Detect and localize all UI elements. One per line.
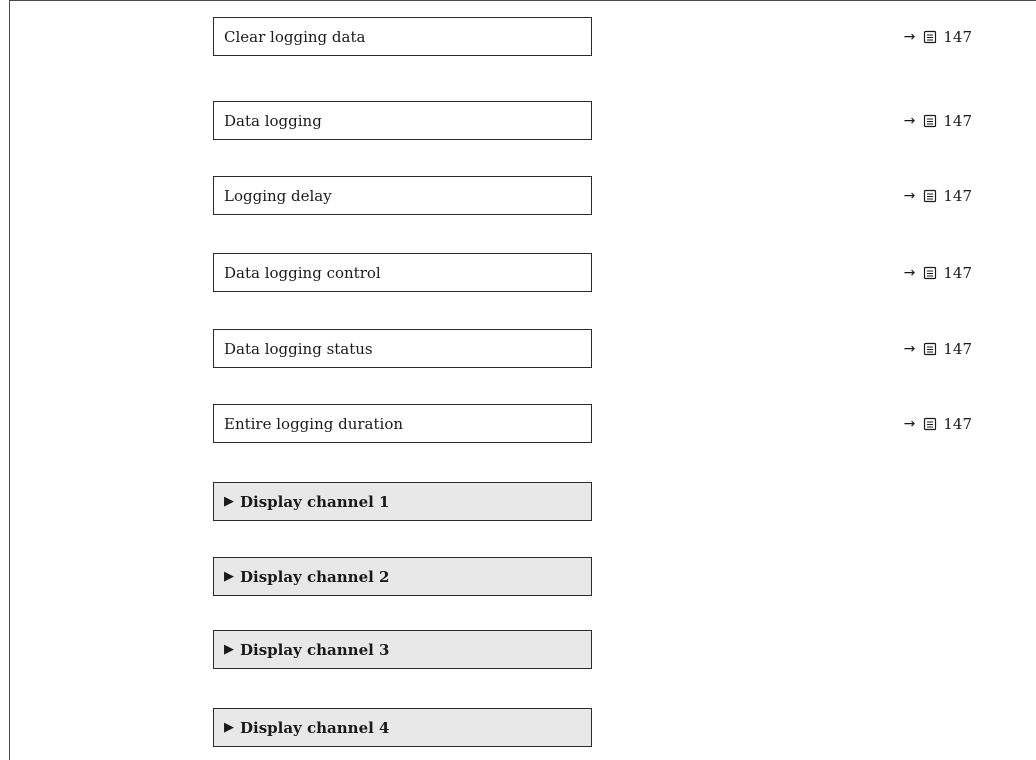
page-reference-link[interactable]: → 147 — [904, 176, 972, 215]
submenu-label: Display channel 1 — [240, 492, 390, 511]
book-icon — [923, 342, 937, 356]
book-icon — [923, 266, 937, 280]
submenu-label: Display channel 3 — [240, 640, 390, 659]
param-data-logging[interactable]: Data logging — [213, 101, 592, 140]
page-number: 147 — [943, 27, 972, 46]
page-number: 147 — [943, 339, 972, 358]
page-reference-link[interactable]: → 147 — [904, 101, 972, 140]
page-number: 147 — [943, 111, 972, 130]
right-arrow-icon: → — [903, 28, 916, 45]
param-label: Clear logging data — [224, 27, 366, 46]
parameter-row: Data logging status → 147 — [0, 329, 1036, 368]
submenu-label: Display channel 4 — [240, 718, 390, 737]
param-data-logging-control[interactable]: Data logging control — [213, 253, 592, 292]
param-entire-logging-duration[interactable]: Entire logging duration — [213, 404, 592, 443]
parameter-row: Entire logging duration → 147 — [0, 404, 1036, 443]
submenu-display-channel-4[interactable]: ▶ Display channel 4 — [213, 708, 592, 747]
page-number: 147 — [943, 186, 972, 205]
submenu-label: Display channel 2 — [240, 567, 390, 586]
param-logging-delay[interactable]: Logging delay — [213, 176, 592, 215]
right-arrow-icon: → — [903, 340, 916, 357]
param-label: Data logging status — [224, 339, 373, 358]
param-data-logging-status[interactable]: Data logging status — [213, 329, 592, 368]
triangle-right-icon: ▶ — [224, 720, 234, 735]
page-reference-link[interactable]: → 147 — [904, 404, 972, 443]
parameter-row: Data logging → 147 — [0, 101, 1036, 140]
submenu-display-channel-3[interactable]: ▶ Display channel 3 — [213, 630, 592, 669]
param-label: Data logging — [224, 111, 322, 130]
submenu-display-channel-2[interactable]: ▶ Display channel 2 — [213, 557, 592, 596]
page-reference-link[interactable]: → 147 — [904, 17, 972, 56]
page-number: 147 — [943, 263, 972, 282]
param-clear-logging-data[interactable]: Clear logging data — [213, 17, 592, 56]
page-reference-link[interactable]: → 147 — [904, 253, 972, 292]
page-reference-link[interactable]: → 147 — [904, 329, 972, 368]
submenu-row: ▶ Display channel 1 — [0, 482, 1036, 521]
parameter-row: Data logging control → 147 — [0, 253, 1036, 292]
submenu-row: ▶ Display channel 2 — [0, 557, 1036, 596]
right-arrow-icon: → — [903, 264, 916, 281]
param-label: Entire logging duration — [224, 414, 404, 433]
parameter-row: Clear logging data → 147 — [0, 17, 1036, 56]
book-icon — [923, 114, 937, 128]
book-icon — [923, 189, 937, 203]
page-number: 147 — [943, 414, 972, 433]
book-icon — [923, 417, 937, 431]
param-label: Logging delay — [224, 186, 332, 205]
submenu-row: ▶ Display channel 4 — [0, 708, 1036, 747]
parameter-row: Logging delay → 147 — [0, 176, 1036, 215]
right-arrow-icon: → — [903, 187, 916, 204]
book-icon — [923, 30, 937, 44]
triangle-right-icon: ▶ — [224, 569, 234, 584]
submenu-display-channel-1[interactable]: ▶ Display channel 1 — [213, 482, 592, 521]
triangle-right-icon: ▶ — [224, 642, 234, 657]
triangle-right-icon: ▶ — [224, 494, 234, 509]
right-arrow-icon: → — [903, 112, 916, 129]
submenu-row: ▶ Display channel 3 — [0, 630, 1036, 669]
param-label: Data logging control — [224, 263, 381, 282]
right-arrow-icon: → — [903, 415, 916, 432]
